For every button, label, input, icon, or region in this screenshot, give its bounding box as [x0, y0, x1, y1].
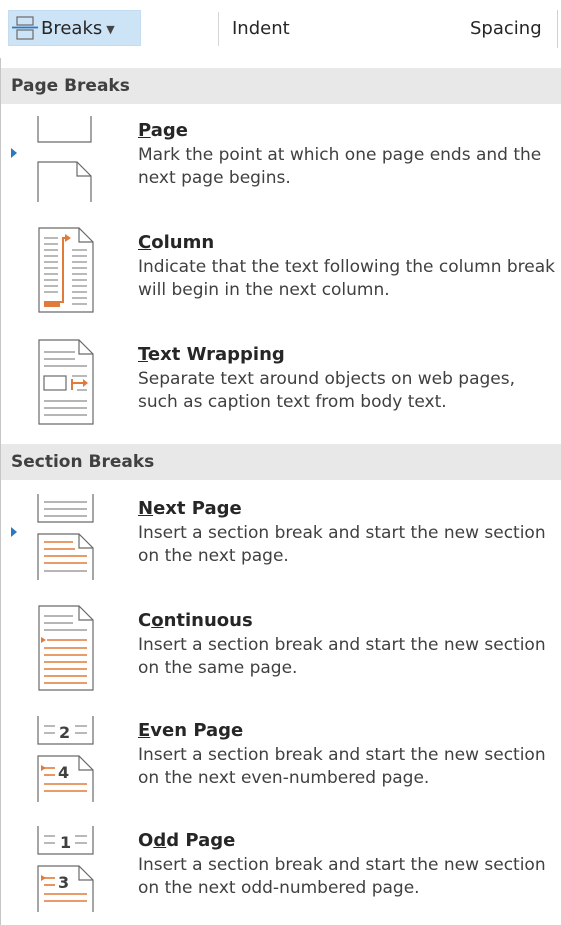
- next-page-icon: [37, 494, 94, 580]
- menu-item-title: Text Wrapping: [138, 344, 285, 365]
- page-breaks-header: Page Breaks: [1, 68, 561, 104]
- menu-item-description: Insert a section break and start the new…: [138, 635, 546, 678]
- svg-text:3: 3: [58, 873, 69, 892]
- menu-item-description: Insert a section break and start the new…: [138, 745, 546, 788]
- spacing-group-label: Spacing: [470, 18, 542, 39]
- menu-item-description: Insert a section break and start the new…: [138, 523, 546, 566]
- menu-item-title: Continuous: [138, 610, 253, 631]
- breaks-menu: Page Breaks Page Mark the point at which…: [0, 58, 561, 925]
- ribbon-divider: [557, 10, 558, 48]
- even-page-icon: 2 4: [37, 716, 94, 802]
- svg-text:1: 1: [60, 833, 71, 852]
- svg-text:2: 2: [59, 723, 70, 742]
- menu-item-title: Odd Page: [138, 830, 236, 851]
- menu-item-description: Separate text around objects on web page…: [138, 369, 516, 412]
- menu-item-description: Indicate that the text following the col…: [138, 257, 556, 300]
- continuous-icon: [38, 605, 94, 691]
- menu-item-title: Next Page: [138, 498, 242, 519]
- breaks-button[interactable]: Breaks ▼: [8, 10, 141, 46]
- pointer-icon: [11, 527, 17, 537]
- menu-item-odd-page[interactable]: 1 3 Odd Page Insert a section break and …: [1, 824, 561, 924]
- section-header-label: Section Breaks: [11, 452, 155, 472]
- menu-item-column[interactable]: Column Indicate that the text following …: [1, 226, 561, 326]
- menu-item-description: Mark the point at which one page ends an…: [138, 145, 542, 188]
- indent-group-label: Indent: [232, 18, 290, 39]
- menu-item-continuous[interactable]: Continuous Insert a section break and st…: [1, 604, 561, 704]
- column-break-icon: [38, 227, 94, 313]
- section-header-label: Page Breaks: [11, 76, 130, 96]
- menu-item-next-page[interactable]: Next Page Insert a section break and sta…: [1, 492, 561, 592]
- ribbon-bar: Breaks ▼ Indent Spacing: [0, 0, 561, 48]
- text-wrapping-icon: [38, 339, 94, 425]
- pointer-icon: [11, 148, 17, 158]
- menu-item-page[interactable]: Page Mark the point at which one page en…: [1, 114, 561, 214]
- menu-item-title: Page: [138, 120, 188, 141]
- menu-item-description: Insert a section break and start the new…: [138, 855, 546, 898]
- menu-item-even-page[interactable]: 2 4 Even Page Insert a section break and…: [1, 714, 561, 814]
- section-breaks-header: Section Breaks: [1, 444, 561, 480]
- odd-page-icon: 1 3: [37, 826, 94, 912]
- menu-item-title: Column: [138, 232, 215, 253]
- chevron-down-icon: ▼: [106, 22, 115, 36]
- ribbon-divider: [218, 12, 219, 46]
- page-break-icon: [37, 116, 92, 202]
- svg-text:4: 4: [58, 763, 69, 782]
- breaks-label: Breaks: [41, 17, 103, 39]
- menu-item-text-wrapping[interactable]: Text Wrapping Separate text around objec…: [1, 338, 561, 438]
- menu-item-title: Even Page: [138, 720, 244, 741]
- breaks-icon: [12, 16, 38, 40]
